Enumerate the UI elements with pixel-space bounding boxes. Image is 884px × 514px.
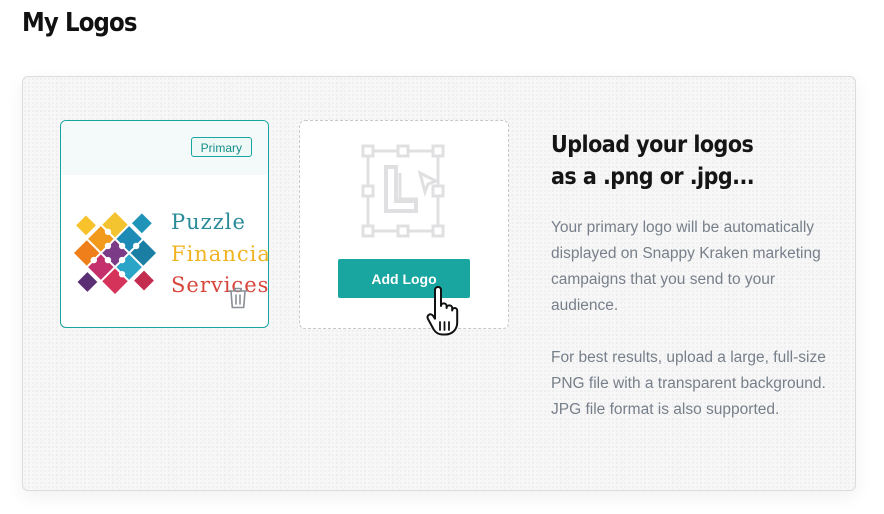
hand-pointer-icon: [426, 286, 459, 336]
logos-panel: Primary Puzzle Financial Services Add Lo…: [22, 76, 856, 491]
logo-text-line3: Services: [171, 273, 269, 297]
logo-text-line2: Financial: [171, 242, 269, 266]
puzzle-logo-icon: [73, 211, 157, 295]
upload-logo-dropzone[interactable]: Add Logo: [299, 120, 509, 329]
trash-icon[interactable]: [227, 286, 249, 310]
info-paragraph-primary: Your primary logo will be automatically …: [551, 219, 821, 314]
logo-placeholder-icon: [361, 144, 445, 238]
info-paragraph-format: For best results, upload a large, full-s…: [551, 349, 826, 418]
primary-badge: Primary: [190, 137, 252, 157]
page-title: My Logos: [22, 8, 138, 38]
logo-text-line1: Puzzle: [171, 210, 246, 234]
info-heading: Upload your logos as a .png or .jpg...: [551, 132, 755, 190]
primary-logo-card[interactable]: Primary Puzzle Financial Services: [60, 120, 269, 328]
